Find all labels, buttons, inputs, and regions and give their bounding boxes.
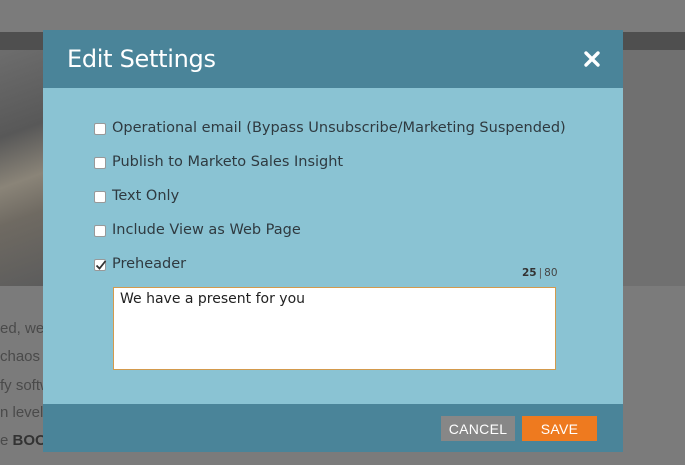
- option-label: Text Only: [112, 188, 180, 204]
- cancel-button[interactable]: CANCEL: [441, 416, 515, 441]
- background-text: chaos: [0, 348, 41, 365]
- option-label: Operational email (Bypass Unsubscribe/Ma…: [112, 120, 566, 136]
- view-as-web-page-checkbox[interactable]: [94, 225, 106, 237]
- preheader-input[interactable]: We have a present for you: [113, 287, 556, 370]
- background-image: [0, 50, 44, 286]
- background-text: n level: [0, 404, 44, 421]
- char-max: 80: [544, 267, 558, 279]
- checkmark-icon: [95, 260, 107, 270]
- preheader-char-counter: 25 | 80: [522, 267, 558, 279]
- dialog-header: Edit Settings: [43, 30, 623, 88]
- option-label: Publish to Marketo Sales Insight: [112, 154, 344, 170]
- save-button[interactable]: SAVE: [522, 416, 597, 441]
- dialog-title: Edit Settings: [67, 45, 216, 73]
- text-only-checkbox[interactable]: [94, 191, 106, 203]
- char-count: 25: [522, 267, 537, 279]
- option-label: Include View as Web Page: [112, 222, 301, 238]
- edit-settings-dialog: Edit Settings Operational email (Bypass …: [43, 30, 623, 452]
- dialog-footer: CANCEL SAVE: [43, 404, 623, 452]
- background-text: ed, we: [0, 320, 45, 337]
- publish-msi-checkbox[interactable]: [94, 157, 106, 169]
- background-image-right: [623, 50, 685, 286]
- option-label: Preheader: [112, 256, 187, 272]
- operational-email-checkbox[interactable]: [94, 123, 106, 135]
- preheader-checkbox[interactable]: [94, 259, 107, 271]
- background-text: e BOO: [0, 432, 47, 449]
- close-icon[interactable]: [581, 48, 603, 70]
